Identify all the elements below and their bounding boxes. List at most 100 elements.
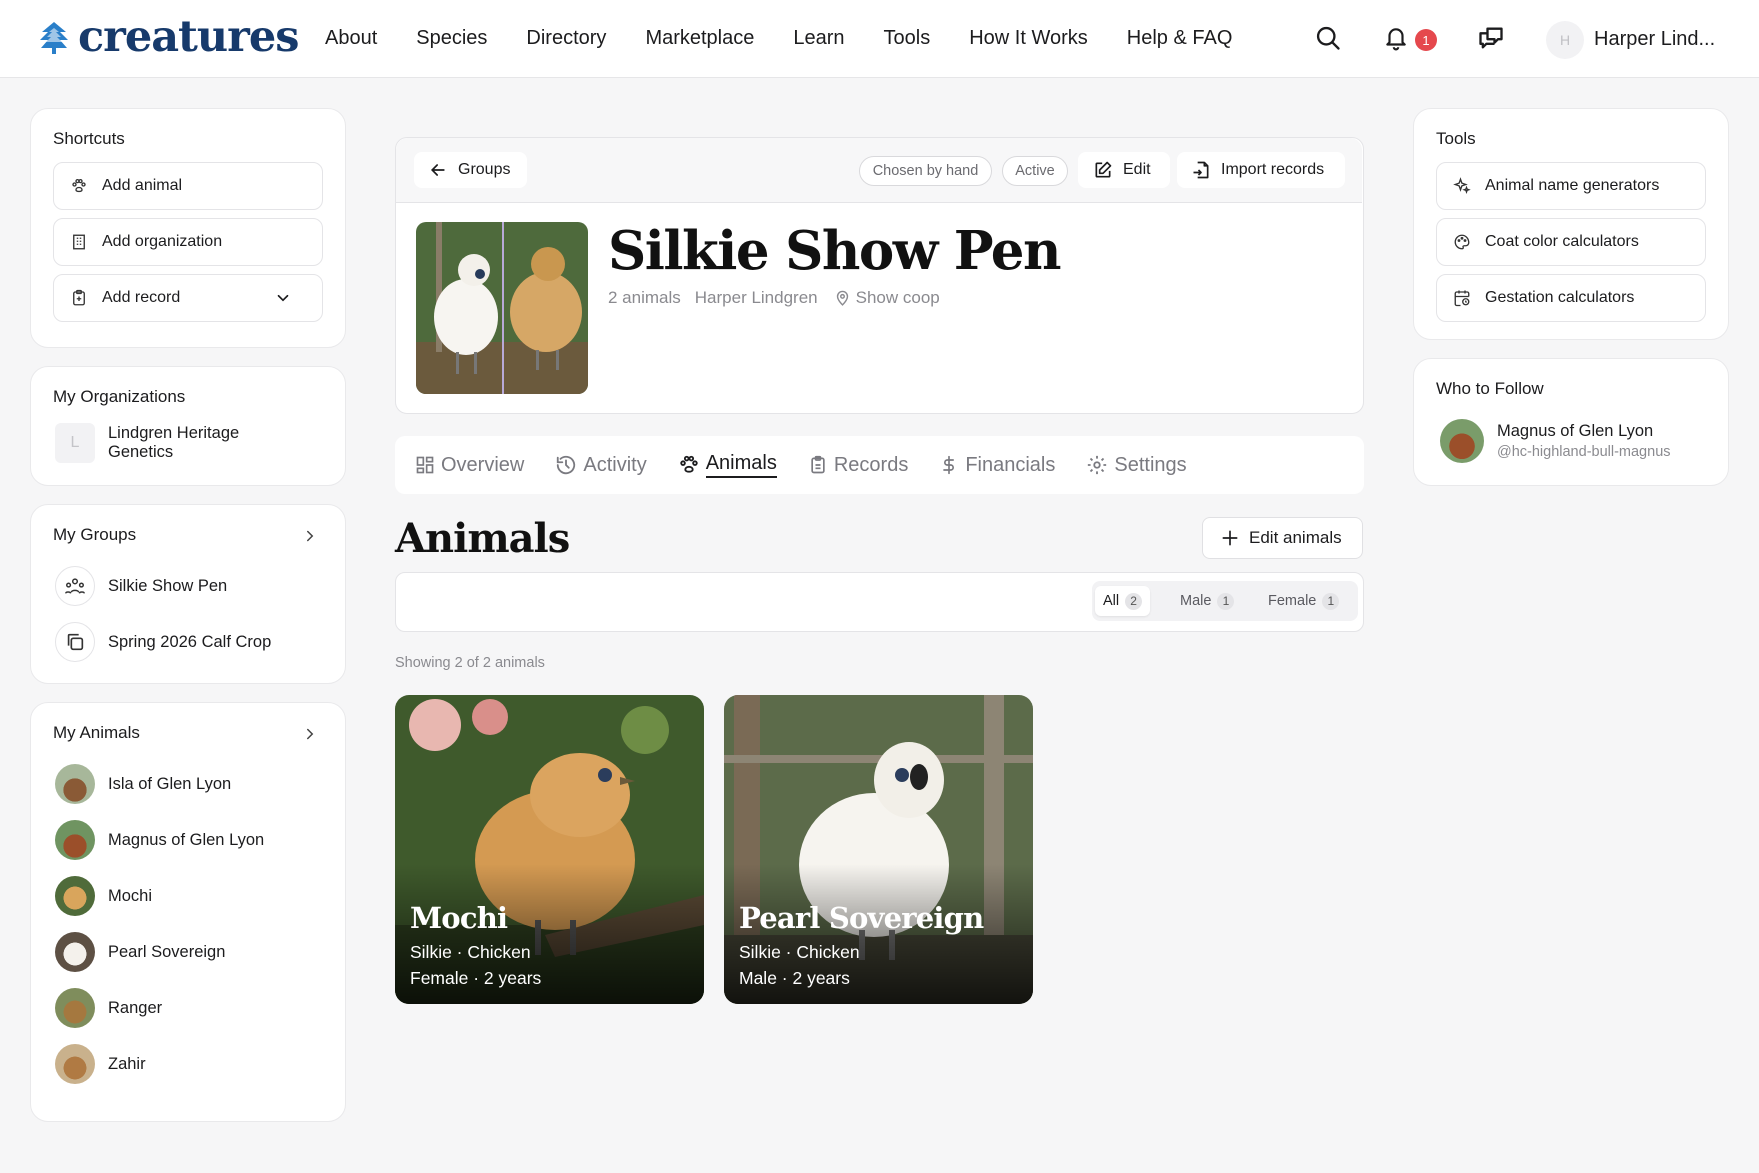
my-animals-card: My Animals Isla of Glen Lyon Magnus of G… <box>30 702 346 1122</box>
animal-avatar <box>55 1044 95 1084</box>
nav-directory[interactable]: Directory <box>526 27 606 50</box>
bell-icon[interactable] <box>1383 24 1409 52</box>
back-label: Groups <box>458 161 511 178</box>
animal-list-item[interactable]: Pearl Sovereign <box>55 932 225 972</box>
location-pin-icon <box>834 290 851 307</box>
tab-records[interactable]: Records <box>808 454 908 477</box>
tab-label: Animals <box>705 452 777 478</box>
user-name[interactable]: Harper Lind... <box>1594 28 1715 51</box>
animal-name: Magnus of Glen Lyon <box>108 830 265 849</box>
nav-how-it-works[interactable]: How It Works <box>969 27 1088 50</box>
building-icon <box>70 233 88 251</box>
gear-icon <box>1086 454 1108 476</box>
add-organization-label: Add organization <box>102 233 223 250</box>
clipboard-icon <box>808 454 828 476</box>
animals-heading: Animals <box>395 515 570 562</box>
shortcuts-card: Shortcuts Add animal Add organization Ad… <box>30 108 346 348</box>
my-animals-title: My Animals <box>53 723 140 742</box>
filter-female[interactable]: Female 1 <box>1260 586 1347 616</box>
group-location: Show coop <box>855 288 940 307</box>
chevron-right-icon[interactable] <box>301 725 319 743</box>
animal-list-item[interactable]: Zahir <box>55 1044 146 1084</box>
group-image <box>416 222 588 394</box>
add-animal-label: Add animal <box>102 177 183 194</box>
nav-tools[interactable]: Tools <box>884 27 931 50</box>
calendar-clock-icon <box>1453 289 1471 307</box>
nav-marketplace[interactable]: Marketplace <box>645 27 754 50</box>
filter-count: 1 <box>1322 592 1340 610</box>
animal-list-item[interactable]: Isla of Glen Lyon <box>55 764 231 804</box>
tool-label: Coat color calculators <box>1485 233 1639 250</box>
gestation-calculators-button[interactable]: Gestation calculators <box>1436 274 1706 322</box>
groups-card: My Groups Silkie Show Pen Spring 2026 Ca… <box>30 504 346 684</box>
dollar-icon <box>939 454 959 476</box>
tag-chosen-by-hand: Chosen by hand <box>859 156 992 186</box>
group-header-toolbar: Groups Chosen by hand Active Edit Import… <box>396 138 1362 203</box>
copy-icon <box>55 622 95 662</box>
tab-animals[interactable]: Animals <box>678 452 777 478</box>
nav-learn[interactable]: Learn <box>793 27 844 50</box>
brand-logo[interactable]: creatures <box>38 12 299 62</box>
tab-overview[interactable]: Overview <box>415 454 524 477</box>
user-avatar[interactable]: H <box>1546 21 1584 59</box>
edit-icon <box>1093 160 1113 180</box>
filter-male[interactable]: Male 1 <box>1172 586 1242 616</box>
edit-group-button[interactable]: Edit <box>1078 152 1170 188</box>
group-owner[interactable]: Harper Lindgren <box>695 288 818 308</box>
tab-settings[interactable]: Settings <box>1086 454 1187 477</box>
tag-active: Active <box>1002 156 1068 186</box>
animal-name-generators-button[interactable]: Animal name generators <box>1436 162 1706 210</box>
sex-filter-segmented-control: All 2 Male 1 Female 1 <box>1092 581 1358 621</box>
add-organization-button[interactable]: Add organization <box>53 218 323 266</box>
animal-card[interactable]: Pearl Sovereign Silkie · Chicken Male · … <box>724 695 1033 1004</box>
main-nav: About Species Directory Marketplace Lear… <box>325 27 1271 50</box>
messages-icon[interactable] <box>1477 24 1505 52</box>
nav-species[interactable]: Species <box>416 27 487 50</box>
animal-list-item[interactable]: Mochi <box>55 876 152 916</box>
group-name: Spring 2026 Calf Crop <box>108 632 272 651</box>
organization-item[interactable]: L Lindgren Heritage Genetics <box>55 423 268 463</box>
follow-suggestion[interactable]: Magnus of Glen Lyon @hc-highland-bull-ma… <box>1440 419 1671 463</box>
animal-name: Pearl Sovereign <box>108 942 226 961</box>
edit-animals-button[interactable]: Edit animals <box>1202 517 1363 559</box>
who-to-follow-card: Who to Follow Magnus of Glen Lyon @hc-hi… <box>1413 358 1729 486</box>
animal-card-name: Pearl Sovereign <box>739 901 984 935</box>
animal-list-item[interactable]: Ranger <box>55 988 162 1028</box>
group-title: Silkie Show Pen <box>608 220 1062 282</box>
tools-card: Tools Animal name generators Coat color … <box>1413 108 1729 340</box>
groups-title: My Groups <box>53 525 137 544</box>
who-to-follow-title: Who to Follow <box>1436 379 1544 398</box>
arrow-left-icon <box>428 160 448 180</box>
tab-label: Records <box>833 453 909 476</box>
animal-avatar <box>55 764 95 804</box>
animal-name: Mochi <box>108 886 153 905</box>
edit-animals-label: Edit animals <box>1249 528 1342 547</box>
back-to-groups-button[interactable]: Groups <box>414 152 527 188</box>
add-record-button[interactable]: Add record <box>53 274 323 322</box>
coat-color-calculators-button[interactable]: Coat color calculators <box>1436 218 1706 266</box>
add-animal-button[interactable]: Add animal <box>53 162 323 210</box>
follow-avatar <box>1440 419 1484 463</box>
chevron-right-icon[interactable] <box>301 527 319 545</box>
tab-label: Overview <box>441 453 525 476</box>
filter-all[interactable]: All 2 <box>1095 586 1151 616</box>
search-icon[interactable] <box>1314 24 1342 52</box>
animal-avatar <box>55 988 95 1028</box>
import-records-button[interactable]: Import records <box>1177 152 1345 188</box>
people-icon <box>55 566 95 606</box>
chevron-down-icon[interactable] <box>274 289 292 307</box>
group-item[interactable]: Spring 2026 Calf Crop <box>55 622 271 662</box>
group-item[interactable]: Silkie Show Pen <box>55 566 227 606</box>
animal-card[interactable]: Mochi Silkie · Chicken Female · 2 years <box>395 695 704 1004</box>
group-name: Silkie Show Pen <box>108 576 228 595</box>
nav-about[interactable]: About <box>325 27 377 50</box>
animal-avatar <box>55 876 95 916</box>
file-import-icon <box>1191 159 1211 181</box>
animal-list-item[interactable]: Magnus of Glen Lyon <box>55 820 264 860</box>
tab-financials[interactable]: Financials <box>939 454 1055 477</box>
organization-name: Lindgren Heritage Genetics <box>108 424 240 461</box>
tab-activity[interactable]: Activity <box>555 454 647 477</box>
nav-help-faq[interactable]: Help & FAQ <box>1127 27 1233 50</box>
paw-icon <box>70 177 88 195</box>
animal-avatar <box>55 820 95 860</box>
